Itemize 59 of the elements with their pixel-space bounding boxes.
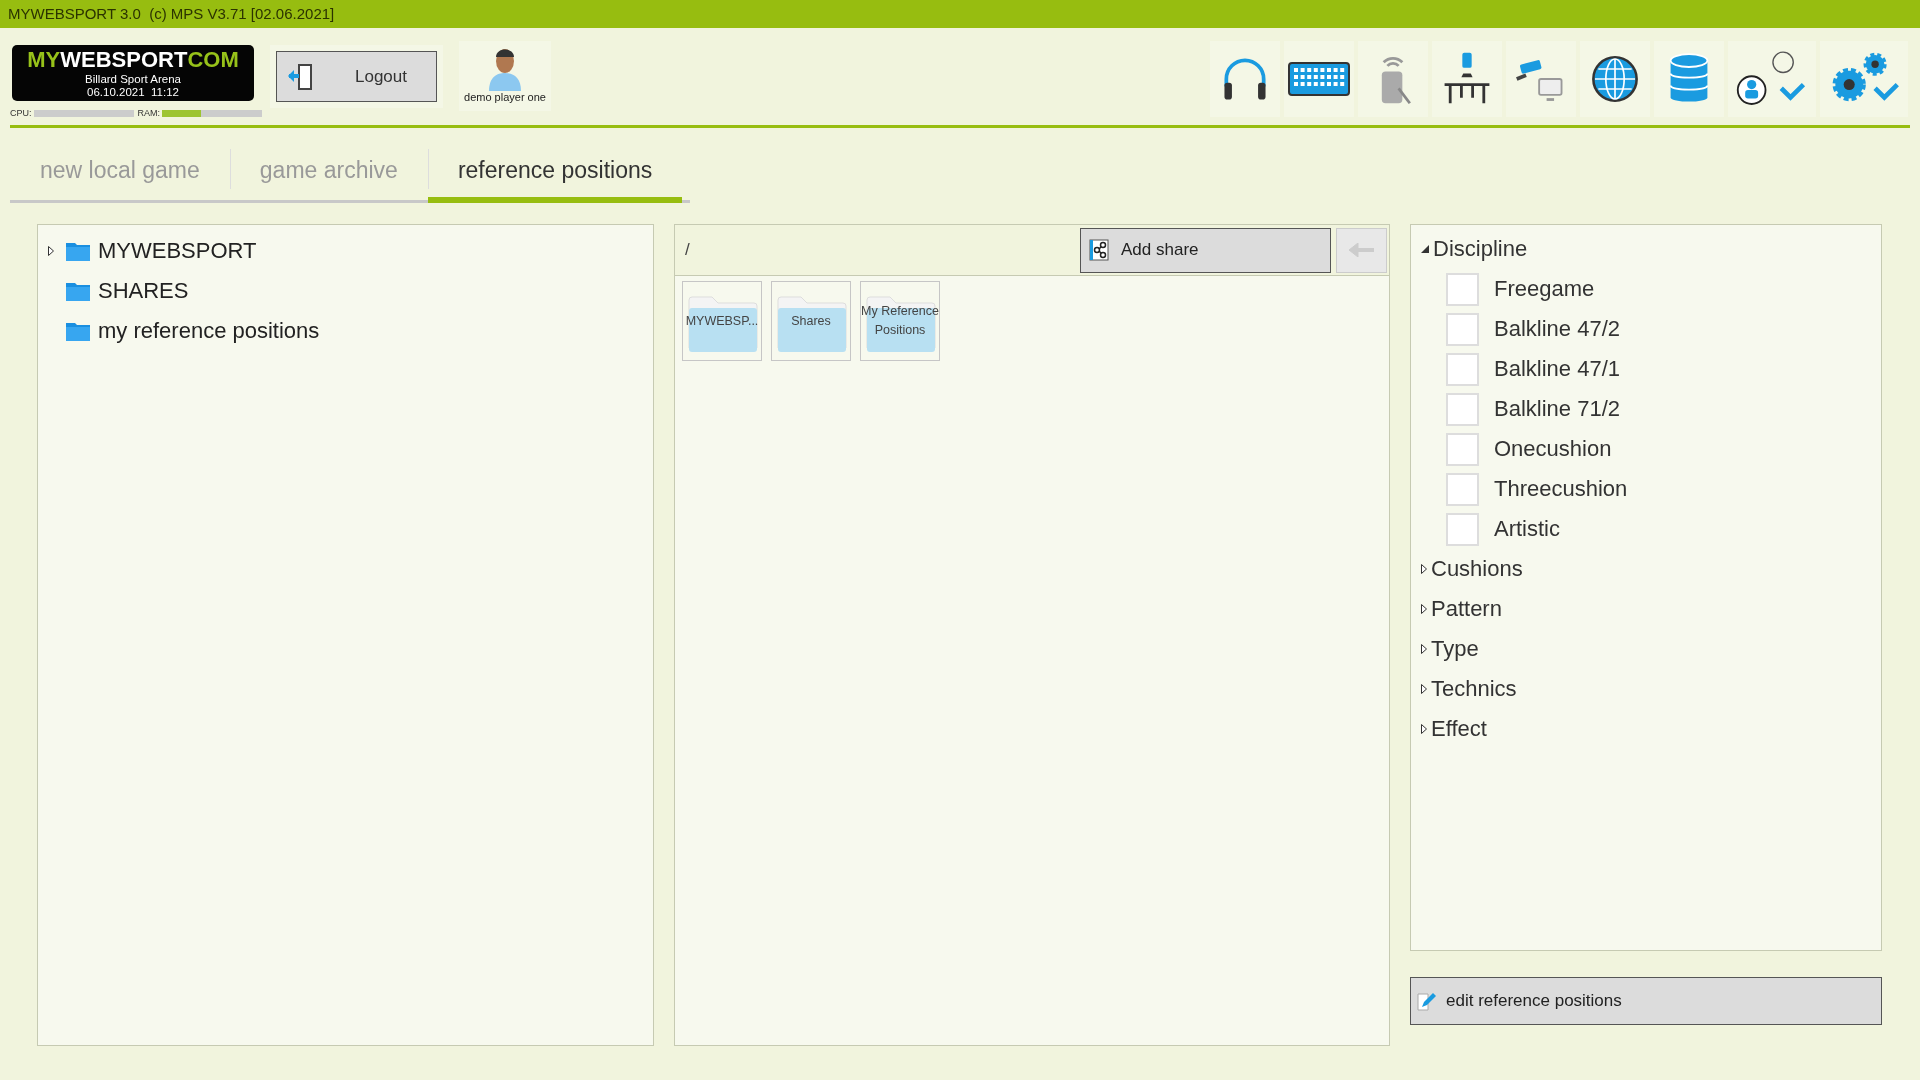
toolbar-button[interactable] [1432,41,1502,117]
tree-item[interactable]: MYWEBSPORT [98,238,257,264]
checkbox[interactable] [1446,392,1479,426]
logout-button[interactable]: Logout [276,51,437,102]
filter-group-label[interactable]: Technics [1431,676,1517,702]
checkbox-label: Threecushion [1494,476,1628,502]
expand-arrow-icon[interactable] [1421,644,1427,654]
checkbox-label: Freegame [1494,276,1595,302]
toolbar-button[interactable] [1728,41,1816,117]
folder-icon [66,321,90,341]
checkbox-label: Balkline 47/2 [1494,316,1620,342]
folder-tile[interactable]: MYWEBSP... [682,281,762,361]
toolbar-button[interactable] [1284,41,1354,117]
expand-arrow-icon[interactable] [1421,604,1427,614]
toolbar-button[interactable] [1820,41,1908,117]
meter-label: CPU: [10,108,32,118]
logo-text: MYWEBSPORTCOM [27,47,239,73]
tree-item[interactable]: my reference positions [98,318,320,344]
checkbox-label: Artistic [1494,516,1560,542]
checkbox[interactable] [1446,272,1479,306]
checkbox-label: Balkline 47/1 [1494,356,1620,382]
checkbox[interactable] [1446,312,1479,346]
folder-tile[interactable]: Shares [771,281,851,361]
checkbox-label: Onecushion [1494,436,1612,462]
user-profile[interactable]: demo player one [459,41,551,111]
expand-arrow-icon[interactable] [48,246,54,256]
globe-icon [1590,54,1640,104]
folder-icon [66,241,90,261]
tab[interactable]: reference positions [427,141,683,203]
tree-item[interactable]: SHARES [98,278,189,304]
path-label: / [685,240,691,260]
edit-reference-positions-button[interactable]: edit reference positions [1410,977,1882,1025]
folder-tile[interactable]: My Reference Positions [860,281,940,361]
venue-name: Billard Sport Arena [85,73,181,86]
folder-icon [66,281,90,301]
add-share-button[interactable]: Add share [1080,227,1331,273]
window-title: MYWEBSPORT 3.0 (c) MPS V3.71 [02.06.2021] [7,4,335,24]
checkbox-label: Balkline 71/2 [1494,396,1620,422]
filter-group-label[interactable]: Pattern [1431,596,1502,622]
meter-label: RAM: [137,108,160,118]
expand-arrow-icon[interactable] [1421,564,1427,574]
date-time: 06.10.2021 11:12 [87,86,179,99]
collapse-arrow-icon[interactable] [1421,245,1429,253]
filter-group-label[interactable]: Effect [1431,716,1487,742]
checkbox[interactable] [1446,512,1479,546]
checkbox[interactable] [1446,432,1479,466]
share-icon [1089,239,1109,261]
toolbar-button[interactable] [1210,41,1280,117]
keyboard-icon [1287,59,1351,99]
expand-arrow-icon[interactable] [1421,684,1427,694]
filter-group-label[interactable]: Discipline [1433,236,1528,262]
checkbox[interactable] [1446,352,1479,386]
expand-arrow-icon[interactable] [1421,724,1427,734]
filter-group-label[interactable]: Type [1431,636,1479,662]
filter-group-label[interactable]: Cushions [1431,556,1523,582]
toolbar-button[interactable] [1580,41,1650,117]
edit-pencil-icon [1416,990,1438,1013]
checkbox[interactable] [1446,472,1479,506]
back-arrow-icon [1348,243,1375,257]
